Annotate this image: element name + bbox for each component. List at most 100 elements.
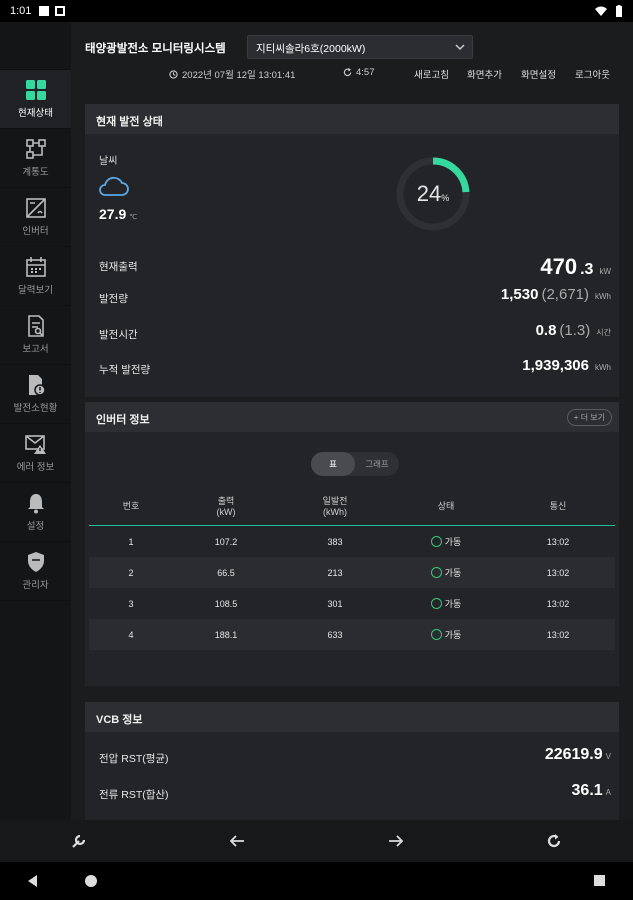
chevron-down-icon [455, 44, 465, 51]
stat-value: 470.3 kW [540, 254, 611, 280]
stat-label: 발전시간 [99, 329, 138, 341]
refresh-timer-icon [343, 68, 352, 77]
column-header-daily: 일발전 (kWh) [279, 494, 391, 517]
stat-label: 발전량 [99, 293, 128, 305]
sidebar-item-current-status[interactable]: 현재상태 [0, 70, 71, 129]
sidebar-item-report[interactable]: 보고서 [0, 306, 71, 365]
status-text: 가동 [444, 536, 462, 547]
stat-label: 현재출력 [99, 261, 138, 273]
screen-settings-button[interactable]: 화면설정 [521, 67, 556, 81]
header: 태양광발전소 모니터링시스템 지티씨솔라6호(2000kW) 2022년 07월… [71, 22, 633, 92]
stat-value-main: 0.8 [535, 322, 557, 339]
percent-display: 24% [395, 156, 471, 232]
cell-status: 가동 [391, 597, 501, 611]
cell-comm: 13:02 [546, 567, 570, 578]
arrow-right-icon[interactable] [387, 832, 405, 850]
status-bar: 1:01 [0, 0, 633, 22]
stat-unit: kWh [595, 292, 611, 301]
notification-icon-2 [55, 6, 66, 16]
column-header-unit: (kW) [216, 507, 236, 517]
sidebar-item-calendar[interactable]: 달력보기 [0, 247, 71, 306]
sidebar-item-admin[interactable]: 관리자 [0, 542, 71, 601]
vcb-value-main: 36.1 [571, 782, 603, 799]
stat-unit: kW [599, 267, 611, 276]
stat-value: 1,530 (2,671) kWh [501, 286, 611, 303]
view-toggle: 표 그래프 [311, 452, 399, 476]
table-row[interactable]: 2 66.5 213 가동 13:02 [89, 557, 615, 588]
table-row[interactable]: 1 107.2 383 가동 13:02 [89, 526, 615, 557]
stat-value-sub: (2,671) [541, 286, 589, 303]
datetime-text: 2022년 07월 12일 13:01:41 [182, 70, 296, 81]
stat-unit: kWh [595, 363, 611, 372]
status-ok-icon [430, 597, 442, 609]
stat-value: 0.8 (1.3) 시간 [536, 322, 611, 339]
site-select[interactable]: 지티씨솔라6호(2000kW) [247, 35, 473, 59]
main-content[interactable]: 현재 발전 상태 날씨 27.9 ℃ 24% 현재출력 470.3 kW 발전량 1… [71, 92, 633, 820]
timer-text: 4:57 [356, 67, 375, 78]
inverter-card-header: 인버터 정보 + 더 보기 [85, 402, 619, 432]
stat-cumulative: 누적 발전량 1,939,306 kWh [99, 357, 611, 379]
wrench-icon[interactable] [70, 832, 88, 850]
cell-number: 2 [128, 567, 134, 578]
back-icon[interactable] [28, 875, 37, 887]
percent-value: 24 [416, 181, 442, 206]
recents-icon[interactable] [594, 875, 605, 886]
stat-value-decimal: .3 [580, 261, 594, 278]
arrow-left-icon[interactable] [228, 832, 246, 850]
status-text: 가동 [444, 629, 462, 640]
sidebar-item-inverter[interactable]: 인버터 [0, 188, 71, 247]
sidebar-item-label: 계통도 [22, 167, 49, 178]
cell-comm: 13:02 [546, 598, 570, 609]
stat-value-main: 1,530 [500, 286, 539, 303]
tab-table[interactable]: 표 [311, 452, 355, 476]
system-nav-bar [0, 862, 633, 900]
status-ok-icon [430, 628, 442, 640]
cell-status: 가동 [391, 566, 501, 580]
generation-card-title: 현재 발전 상태 [85, 104, 619, 134]
cell-comm: 13:02 [546, 629, 570, 640]
sidebar-item-plant-status[interactable]: 발전소현황 [0, 365, 71, 424]
stat-value: 1,939,306 kWh [522, 357, 611, 374]
cell-daily: 383 [327, 536, 343, 547]
sidebar-item-settings[interactable]: 설정 [0, 483, 71, 542]
vcb-value: 36.1 A [572, 782, 611, 800]
sidebar-item-label: 보고서 [22, 344, 49, 355]
cell-status: 가동 [391, 535, 501, 549]
cell-daily: 301 [327, 598, 343, 609]
stat-generation-time: 발전시간 0.8 (1.3) 시간 [99, 322, 611, 344]
add-screen-button[interactable]: 화면추가 [467, 67, 502, 81]
stat-label: 누적 발전량 [99, 364, 151, 376]
stat-value-main: 1,939,306 [522, 357, 589, 374]
cell-daily: 213 [327, 567, 343, 578]
calendar-icon [25, 257, 46, 277]
column-header-output: 출력 (kW) [173, 494, 279, 517]
app-title: 태양광발전소 모니터링시스템 [85, 43, 226, 55]
home-icon[interactable] [85, 875, 97, 887]
tab-graph[interactable]: 그래프 [355, 452, 399, 476]
sidebar-item-error-info[interactable]: 에러 정보 [0, 424, 71, 483]
weather-label: 날씨 [99, 156, 118, 167]
table-row[interactable]: 3 108.5 301 가동 13:02 [89, 588, 615, 619]
diagram-icon [25, 139, 46, 159]
sidebar-item-label: 설정 [26, 521, 45, 532]
sidebar-top [0, 22, 71, 70]
more-button[interactable]: + 더 보기 [566, 409, 612, 426]
stat-value-main: 470 [540, 254, 578, 279]
cell-status: 가동 [391, 628, 501, 642]
generation-card: 현재 발전 상태 날씨 27.9 ℃ 24% 현재출력 470.3 kW 발전량 1… [85, 104, 619, 397]
column-header-line: 출력 [217, 496, 235, 506]
site-select-value: 지티씨솔라6호(2000kW) [256, 43, 366, 55]
sidebar: 현재상태 계통도 인버터 달력보기 보고서 발전소현황 에러 정보 설정 관리자 [0, 22, 71, 820]
wifi-icon [595, 6, 607, 16]
column-header-comm: 통신 [549, 501, 567, 511]
refresh-button[interactable]: 새로고침 [414, 67, 449, 81]
reload-icon[interactable] [545, 832, 563, 850]
sidebar-item-label: 발전소현황 [13, 403, 58, 414]
vcb-card: VCB 정보 전압 RST(평균) 22619.9 V 전류 RST(합산) 36… [85, 702, 619, 820]
vcb-value: 22619.9 V [545, 746, 611, 764]
sidebar-item-diagram[interactable]: 계통도 [0, 129, 71, 188]
logout-button[interactable]: 로그아웃 [575, 67, 610, 81]
cell-daily: 633 [327, 629, 343, 640]
inverter-card: 인버터 정보 + 더 보기 표 그래프 번호 출력 (kW) 일발전 (kWh) 상… [85, 402, 619, 686]
table-row[interactable]: 4 188.1 633 가동 13:02 [89, 619, 615, 650]
